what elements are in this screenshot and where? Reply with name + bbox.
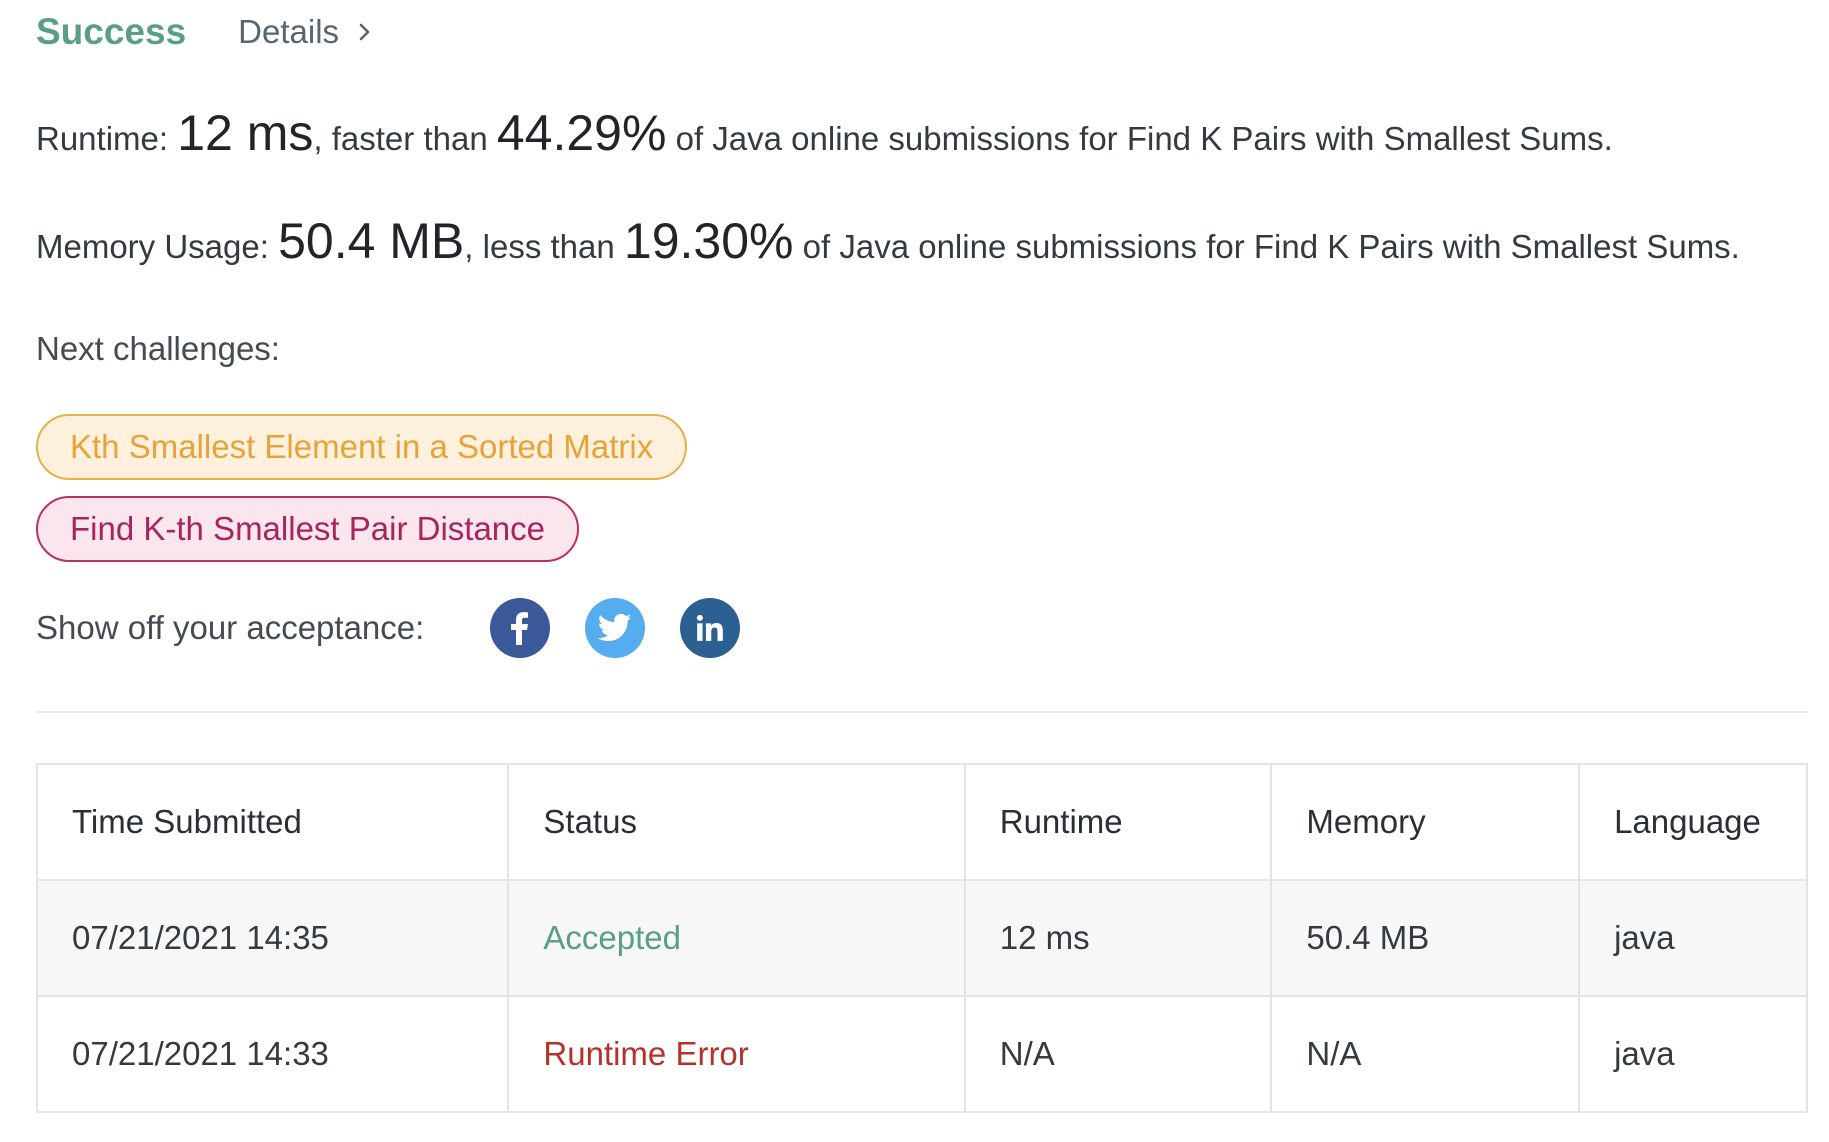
twitter-icon: [598, 613, 632, 642]
table-header-row: Time Submitted Status Runtime Memory Lan…: [35, 763, 1808, 881]
runtime-comparator: , faster than: [313, 120, 488, 157]
runtime-stat: Runtime: 12 ms, faster than 44.29% of Ja…: [36, 104, 1613, 162]
runtime-value: 12 ms: [177, 105, 314, 161]
cell-time-submitted: 07/21/2021 14:33: [35, 995, 510, 1113]
cell-runtime: 12 ms: [963, 879, 1273, 997]
column-header-runtime[interactable]: Runtime: [963, 763, 1273, 881]
column-header-time-submitted[interactable]: Time Submitted: [35, 763, 510, 881]
runtime-label: Runtime:: [36, 120, 169, 157]
facebook-share-button[interactable]: [490, 598, 551, 658]
next-challenges-label: Next challenges:: [36, 330, 280, 367]
submissions-table: Time Submitted Status Runtime Memory Lan…: [35, 763, 1808, 1113]
runtime-percent: 44.29%: [496, 105, 667, 161]
cell-memory: N/A: [1270, 995, 1581, 1113]
cell-runtime: N/A: [963, 995, 1273, 1113]
cell-status-link[interactable]: Accepted: [507, 879, 966, 997]
linkedin-icon: [697, 614, 724, 641]
share-row: Show off your acceptance:: [36, 596, 775, 660]
details-link[interactable]: Details: [238, 13, 377, 51]
submission-result-page: Success Details Runtime: 12 ms, faster t…: [35, 0, 1808, 1113]
section-divider: [36, 711, 1808, 713]
memory-value: 50.4 MB: [278, 213, 465, 269]
twitter-share-button[interactable]: [585, 598, 646, 658]
column-header-language[interactable]: Language: [1578, 763, 1808, 881]
table-row: 07/21/2021 14:33 Runtime Error N/A N/A j…: [35, 995, 1808, 1113]
cell-language: java: [1578, 879, 1808, 997]
facebook-icon: [511, 612, 529, 645]
memory-suffix: of Java online submissions for Find K Pa…: [802, 228, 1740, 265]
memory-label: Memory Usage:: [36, 228, 269, 265]
chevron-right-icon: [359, 23, 370, 41]
table-row: 07/21/2021 14:35 Accepted 12 ms 50.4 MB …: [35, 879, 1808, 997]
memory-stat: Memory Usage: 50.4 MB, less than 19.30% …: [36, 212, 1740, 270]
runtime-suffix: of Java online submissions for Find K Pa…: [675, 120, 1613, 157]
details-label: Details: [238, 13, 340, 50]
column-header-status[interactable]: Status: [507, 763, 966, 881]
share-label: Show off your acceptance:: [36, 609, 425, 646]
challenge-kth-smallest-element-in-sorted-matrix[interactable]: Kth Smallest Element in a Sorted Matrix: [36, 414, 688, 480]
challenge-find-kth-smallest-pair-distance[interactable]: Find K-th Smallest Pair Distance: [36, 496, 580, 562]
cell-status-link[interactable]: Runtime Error: [507, 995, 966, 1113]
memory-comparator: , less than: [464, 228, 615, 265]
result-header: Success Details: [36, 0, 1808, 64]
linkedin-share-button[interactable]: [680, 598, 741, 658]
memory-percent: 19.30%: [623, 213, 794, 269]
column-header-memory[interactable]: Memory: [1270, 763, 1581, 881]
cell-language: java: [1578, 995, 1808, 1113]
result-status: Success: [36, 11, 187, 52]
cell-time-submitted: 07/21/2021 14:35: [35, 879, 510, 997]
cell-memory: 50.4 MB: [1270, 879, 1581, 997]
